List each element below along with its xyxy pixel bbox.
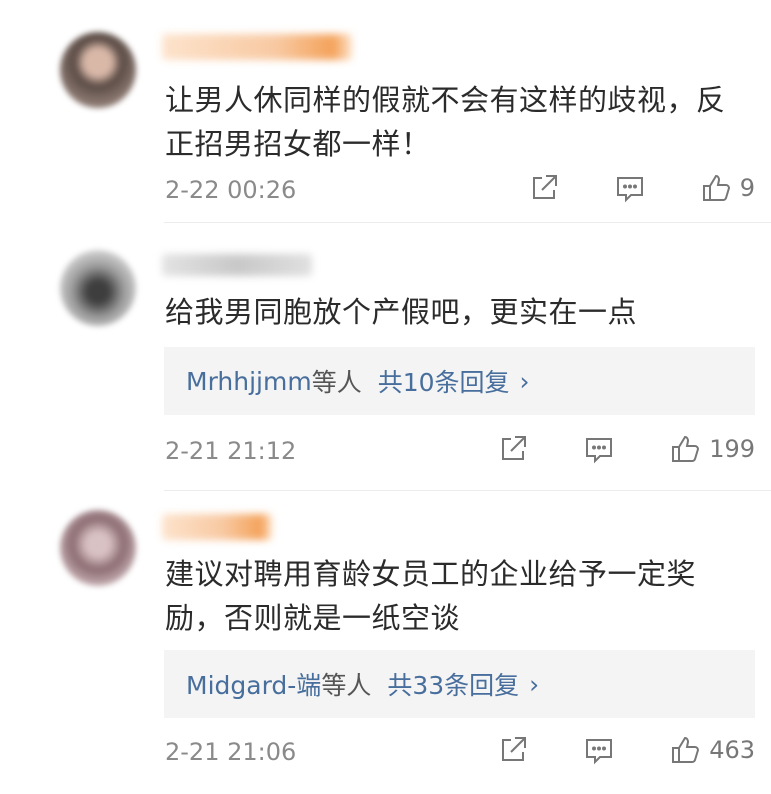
comment-icon [586,739,613,765]
reply-summary[interactable]: Midgard-端 等人 共33条回复 › [164,650,755,718]
reply-suffix: 等人 [311,368,362,397]
comment-text-line: 给我男同胞放个产假吧，更实在一点 [165,295,638,329]
username[interactable] [162,254,312,276]
share-button[interactable] [497,433,529,465]
comment-time: 2-21 21:12 [165,437,297,465]
thumbs-up-icon [702,174,730,201]
chevron-right-icon: › [529,669,540,699]
share-button[interactable] [497,734,529,766]
like-count: 463 [709,736,755,764]
reply-suffix: 等人 [321,671,372,700]
comment-item: 建议对聘用育龄女员工的企业给予一定奖 励，否则就是一纸空谈 Midgard-端 … [0,490,771,794]
comment-text-line: 励，否则就是一纸空谈 [165,601,461,635]
comment-text-line: 让男人休同样的假就不会有这样的歧视，反 [165,83,726,117]
comment-actions: 463 [497,734,755,766]
comment-text: 给我男同胞放个产假吧，更实在一点 [165,290,751,334]
username[interactable] [162,514,272,540]
like-button[interactable]: 463 [669,734,755,766]
avatar[interactable] [60,250,136,326]
comment-text-line: 建议对聘用育龄女员工的企业给予一定奖 [165,557,697,591]
share-icon [532,175,557,199]
reply-count[interactable]: 共10条回复 [378,363,510,399]
share-button[interactable] [528,172,560,204]
thumbs-up-icon [672,736,700,763]
reply-count[interactable]: 共33条回复 [387,666,519,702]
comment-actions: 9 [528,172,755,204]
share-icon [502,436,527,460]
thumbs-up-icon [672,435,700,462]
reply-summary[interactable]: Mrhhjjmm 等人 共10条回复 › [164,347,755,415]
comment-actions: 199 [497,433,755,465]
like-count: 199 [709,435,755,463]
comment-icon [616,177,643,203]
like-button[interactable]: 199 [669,433,755,465]
reply-names[interactable]: Midgard-端 [186,666,321,702]
avatar[interactable] [60,510,136,586]
reply-names[interactable]: Mrhhjjmm [186,367,312,396]
comment-item: 给我男同胞放个产假吧，更实在一点 Mrhhjjmm 等人 共10条回复 › 2-… [0,230,771,490]
divider [164,222,771,223]
comment-text-line: 正招男招女都一样！ [165,127,431,161]
username[interactable] [162,34,352,60]
share-icon [502,737,527,761]
reply-button[interactable] [583,433,615,465]
reply-button[interactable] [614,172,646,204]
avatar[interactable] [60,32,136,108]
reply-button[interactable] [583,734,615,766]
comment-text: 建议对聘用育龄女员工的企业给予一定奖 励，否则就是一纸空谈 [165,552,751,640]
like-button[interactable]: 9 [700,172,755,204]
comment-icon [586,438,613,464]
comment-text: 让男人休同样的假就不会有这样的歧视，反 正招男招女都一样！ [165,78,751,166]
chevron-right-icon: › [519,366,530,396]
comment-item: 让男人休同样的假就不会有这样的歧视，反 正招男招女都一样！ 2-22 00:26… [0,0,771,230]
comment-time: 2-21 21:06 [165,738,297,766]
comment-time: 2-22 00:26 [165,176,297,204]
like-count: 9 [739,174,755,202]
